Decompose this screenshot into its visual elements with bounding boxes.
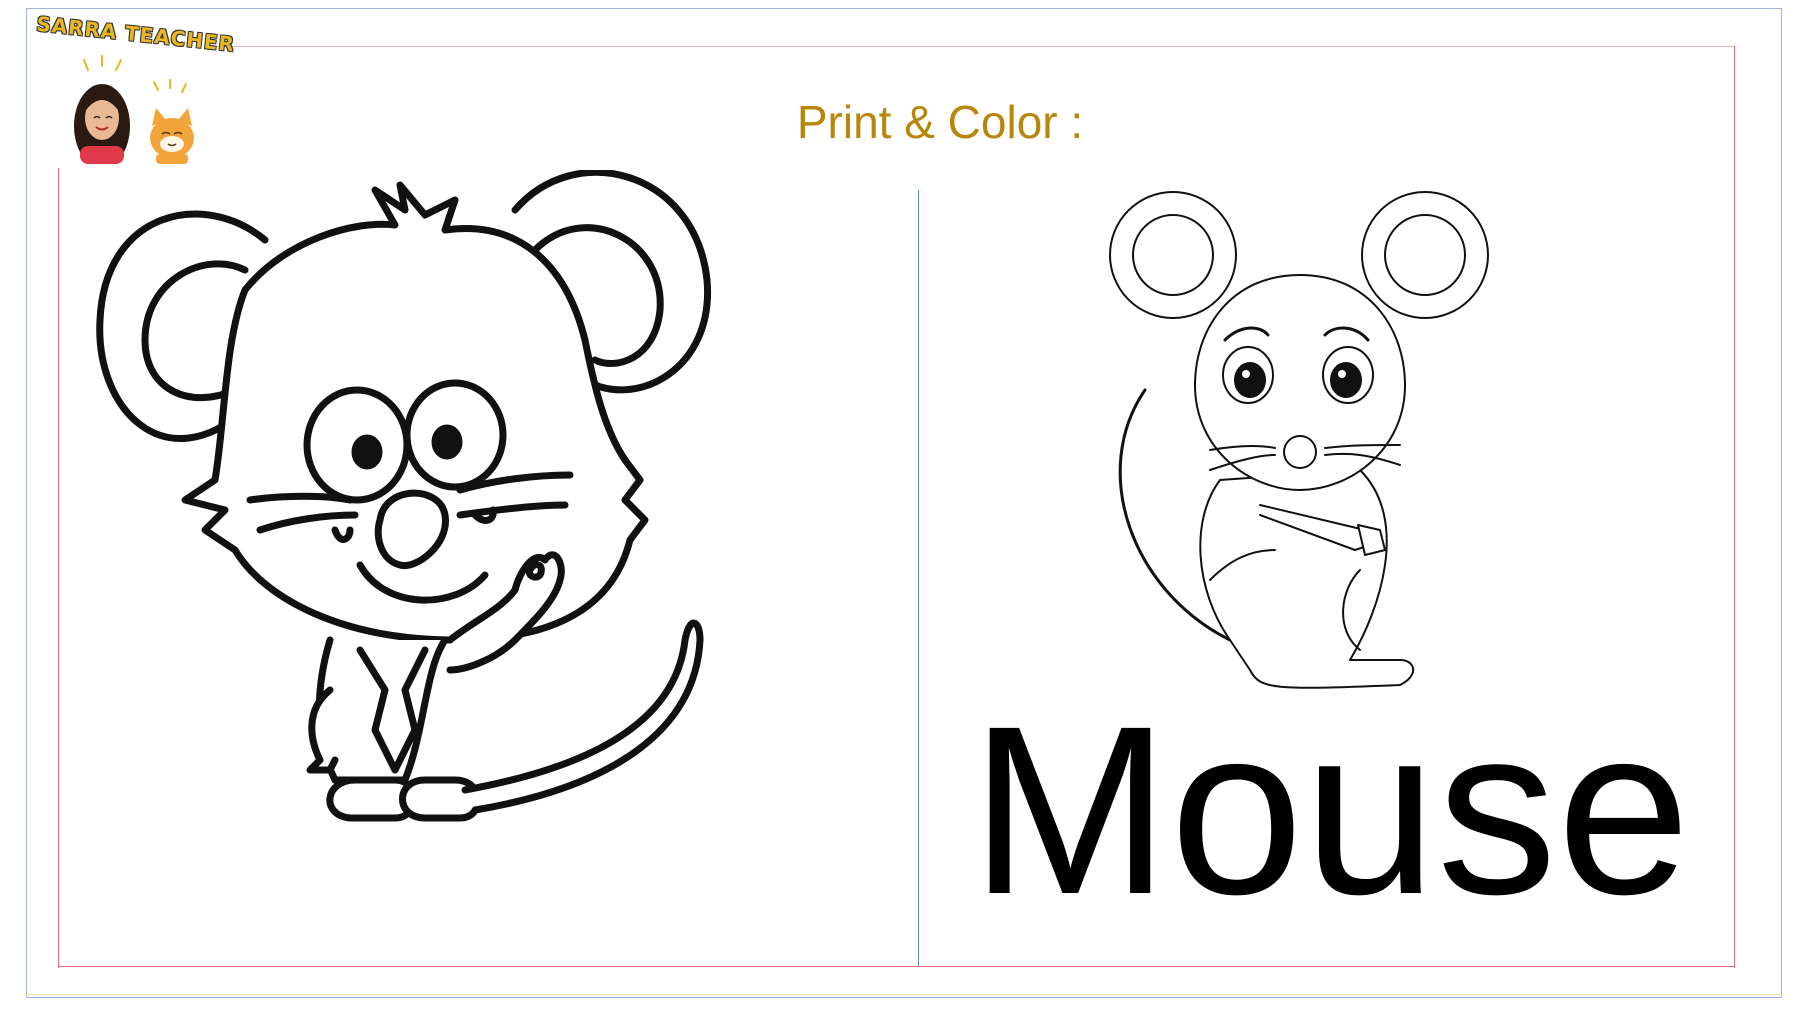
column-divider (918, 190, 919, 966)
frame-top-line (205, 46, 1735, 47)
page-bottom-line (26, 994, 1782, 995)
frame-right-line (1734, 46, 1735, 968)
mouse-coloring-drawing (96, 170, 711, 822)
page-title: Print & Color : (796, 96, 1084, 148)
frame-bottom-line (58, 966, 1735, 967)
sarra-teacher-logo: SARRA TEACHER (30, 12, 236, 164)
vocabulary-word: Mouse (970, 676, 1691, 944)
frame-left-line (58, 168, 59, 968)
mouse-outline-drawing (1109, 191, 1489, 689)
teacher-avatar-icon (74, 55, 194, 164)
